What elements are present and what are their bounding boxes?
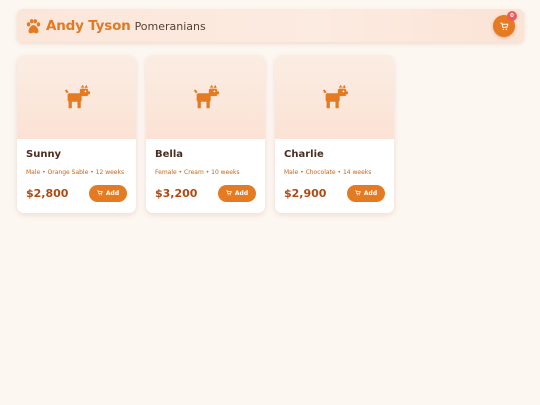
cart-icon — [499, 22, 508, 30]
add-to-cart-button[interactable]: Add — [347, 184, 385, 202]
add-button-label: Add — [105, 189, 120, 197]
top-header: Andy Tyson Pomeranians 0 — [17, 9, 524, 42]
pet-name: Sunny — [26, 149, 62, 160]
pet-name: Charlie — [284, 149, 324, 160]
pet-name: Bella — [155, 149, 184, 160]
dog-icon — [64, 84, 90, 109]
brand-subtitle: Pomeranians — [134, 19, 206, 33]
cart-count-badge: 0 — [507, 11, 517, 21]
dog-icon — [322, 84, 348, 109]
dog-icon — [193, 84, 219, 109]
add-to-cart-button[interactable]: Add — [218, 184, 256, 202]
cart-icon — [97, 190, 103, 196]
add-button-label: Add — [234, 189, 249, 197]
brand-name: Andy Tyson — [46, 18, 131, 34]
pet-details: Male • Chocolate • 14 weeks — [284, 169, 372, 176]
pet-details: Male • Orange Sable • 12 weeks — [26, 169, 125, 176]
pet-price: $2,900 — [284, 186, 327, 200]
add-button-label: Add — [363, 189, 378, 197]
add-to-cart-button[interactable]: Add — [89, 184, 127, 202]
pet-card[interactable]: Sunny Male • Orange Sable • 12 weeks $2,… — [17, 55, 136, 213]
pet-card[interactable]: Charlie Male • Chocolate • 14 weeks $2,9… — [275, 55, 394, 213]
pet-image — [275, 55, 394, 139]
pet-price: $2,800 — [26, 186, 69, 200]
cart-icon — [355, 190, 361, 196]
pet-price: $3,200 — [155, 186, 198, 200]
paw-icon — [26, 18, 41, 33]
pet-card[interactable]: Bella Female • Cream • 10 weeks $3,200 A… — [146, 55, 265, 213]
cart-button[interactable]: 0 — [493, 11, 517, 37]
pet-details: Female • Cream • 10 weeks — [155, 169, 240, 176]
cart-icon — [226, 190, 232, 196]
brand[interactable]: Andy Tyson Pomeranians — [25, 16, 206, 36]
pet-image — [17, 55, 136, 139]
pet-image — [146, 55, 265, 139]
